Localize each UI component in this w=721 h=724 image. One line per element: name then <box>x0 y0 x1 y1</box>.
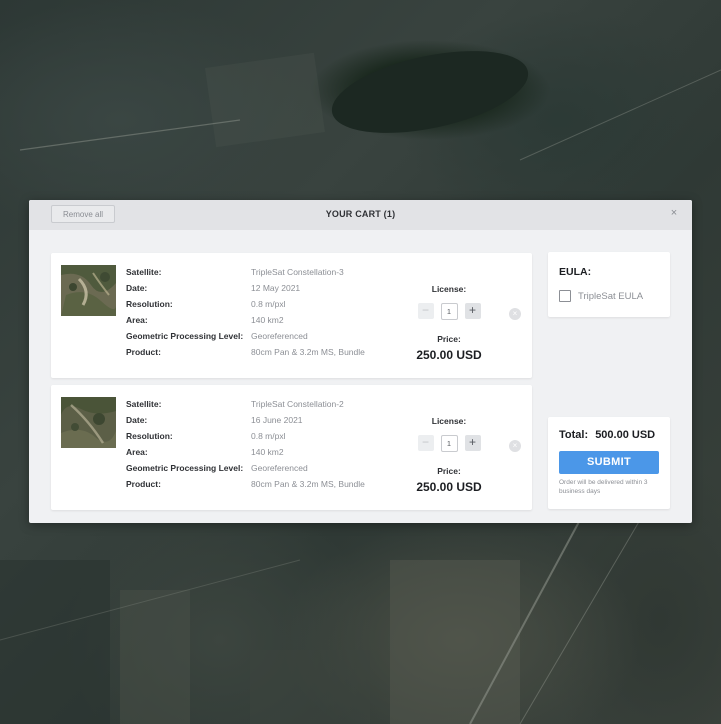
minus-icon[interactable]: − <box>417 303 434 319</box>
spec-value: 140 km2 <box>251 315 284 325</box>
close-icon[interactable]: × <box>668 207 680 219</box>
total-line: Total: 500.00 USD <box>559 429 655 441</box>
cart-item: Satellite: TripleSat Constellation-3 Dat… <box>51 253 532 378</box>
spec-value: Georeferenced <box>251 463 308 473</box>
quantity-stepper: − 1 + <box>411 303 487 320</box>
spec-value: Georeferenced <box>251 331 308 341</box>
quantity-field[interactable]: 1 <box>440 435 458 452</box>
spec-row-area: Area: 140 km2 <box>126 312 365 328</box>
checkbox-icon[interactable] <box>559 290 571 302</box>
price-value: 250.00 USD <box>416 480 482 494</box>
spec-value: 80cm Pan & 3.2m MS, Bundle <box>251 479 365 489</box>
spec-value: 80cm Pan & 3.2m MS, Bundle <box>251 347 365 357</box>
license-block: License: − 1 + Price: 250.00 USD <box>411 411 487 494</box>
spec-row-product: Product: 80cm Pan & 3.2m MS, Bundle <box>126 344 365 360</box>
remove-item-icon[interactable]: × <box>509 308 521 320</box>
spec-label: Geometric Processing Level: <box>126 331 244 341</box>
plus-icon[interactable]: + <box>464 303 481 319</box>
delivery-note: Order will be delivered within 3 busines… <box>559 479 648 495</box>
spec-row-resolution: Resolution: 0.8 m/pxl <box>126 296 365 312</box>
minus-icon[interactable]: − <box>417 435 434 451</box>
spec-value: 0.8 m/pxl <box>251 431 286 441</box>
order-summary: Total: 500.00 USD SUBMIT Order will be d… <box>548 417 670 509</box>
spec-row-satellite: Satellite: TripleSat Constellation-2 <box>126 396 365 412</box>
license-label: License: <box>431 284 467 294</box>
spec-value: TripleSat Constellation-2 <box>251 399 344 409</box>
spec-value: 140 km2 <box>251 447 284 457</box>
spec-label: Geometric Processing Level: <box>126 463 244 473</box>
spec-label: Product: <box>126 479 161 489</box>
spec-value: 16 June 2021 <box>251 415 303 425</box>
cart-item: Satellite: TripleSat Constellation-2 Dat… <box>51 385 532 510</box>
cart-title: YOUR CART (1) <box>325 209 396 219</box>
total-value: 500.00 USD <box>595 429 656 441</box>
spec-row-date: Date: 12 May 2021 <box>126 280 365 296</box>
plus-icon[interactable]: + <box>464 435 481 451</box>
license-label: License: <box>431 416 467 426</box>
item-thumbnail <box>61 265 116 316</box>
price-value: 250.00 USD <box>416 348 482 362</box>
eula-checkbox-label[interactable]: TripleSat EULA <box>578 291 643 302</box>
item-thumbnail <box>61 397 116 448</box>
cart-modal: Remove all YOUR CART (1) × Satellite: Tr… <box>29 200 692 523</box>
spec-value: TripleSat Constellation-3 <box>251 267 344 277</box>
spec-label: Area: <box>126 447 148 457</box>
cart-header: Remove all YOUR CART (1) × <box>29 200 692 230</box>
eula-panel: EULA: TripleSat EULA <box>548 252 670 317</box>
eula-title: EULA: <box>559 266 592 278</box>
spec-value: 0.8 m/pxl <box>251 299 286 309</box>
spec-row-processing: Geometric Processing Level: Georeference… <box>126 328 365 344</box>
spec-row-date: Date: 16 June 2021 <box>126 412 365 428</box>
total-label: Total: <box>559 429 589 441</box>
spec-label: Resolution: <box>126 299 173 309</box>
spec-label: Resolution: <box>126 431 173 441</box>
remove-item-icon[interactable]: × <box>509 440 521 452</box>
item-specs: Satellite: TripleSat Constellation-2 Dat… <box>126 396 365 492</box>
quantity-field[interactable]: 1 <box>440 303 458 320</box>
spec-row-product: Product: 80cm Pan & 3.2m MS, Bundle <box>126 476 365 492</box>
spec-row-area: Area: 140 km2 <box>126 444 365 460</box>
spec-label: Date: <box>126 283 148 293</box>
item-specs: Satellite: TripleSat Constellation-3 Dat… <box>126 264 365 360</box>
price-label: Price: <box>437 466 461 476</box>
satellite-image-thumbnail <box>61 397 116 448</box>
spec-label: Date: <box>126 415 148 425</box>
spec-row-resolution: Resolution: 0.8 m/pxl <box>126 428 365 444</box>
satellite-image-thumbnail <box>61 265 116 316</box>
spec-label: Satellite: <box>126 399 162 409</box>
spec-row-processing: Geometric Processing Level: Georeference… <box>126 460 365 476</box>
spec-label: Product: <box>126 347 161 357</box>
spec-row-satellite: Satellite: TripleSat Constellation-3 <box>126 264 365 280</box>
spec-label: Area: <box>126 315 148 325</box>
price-label: Price: <box>437 334 461 344</box>
quantity-stepper: − 1 + <box>411 435 487 452</box>
submit-button[interactable]: SUBMIT <box>559 451 659 474</box>
spec-label: Satellite: <box>126 267 162 277</box>
license-block: License: − 1 + Price: 250.00 USD <box>411 279 487 362</box>
spec-value: 12 May 2021 <box>251 283 301 293</box>
